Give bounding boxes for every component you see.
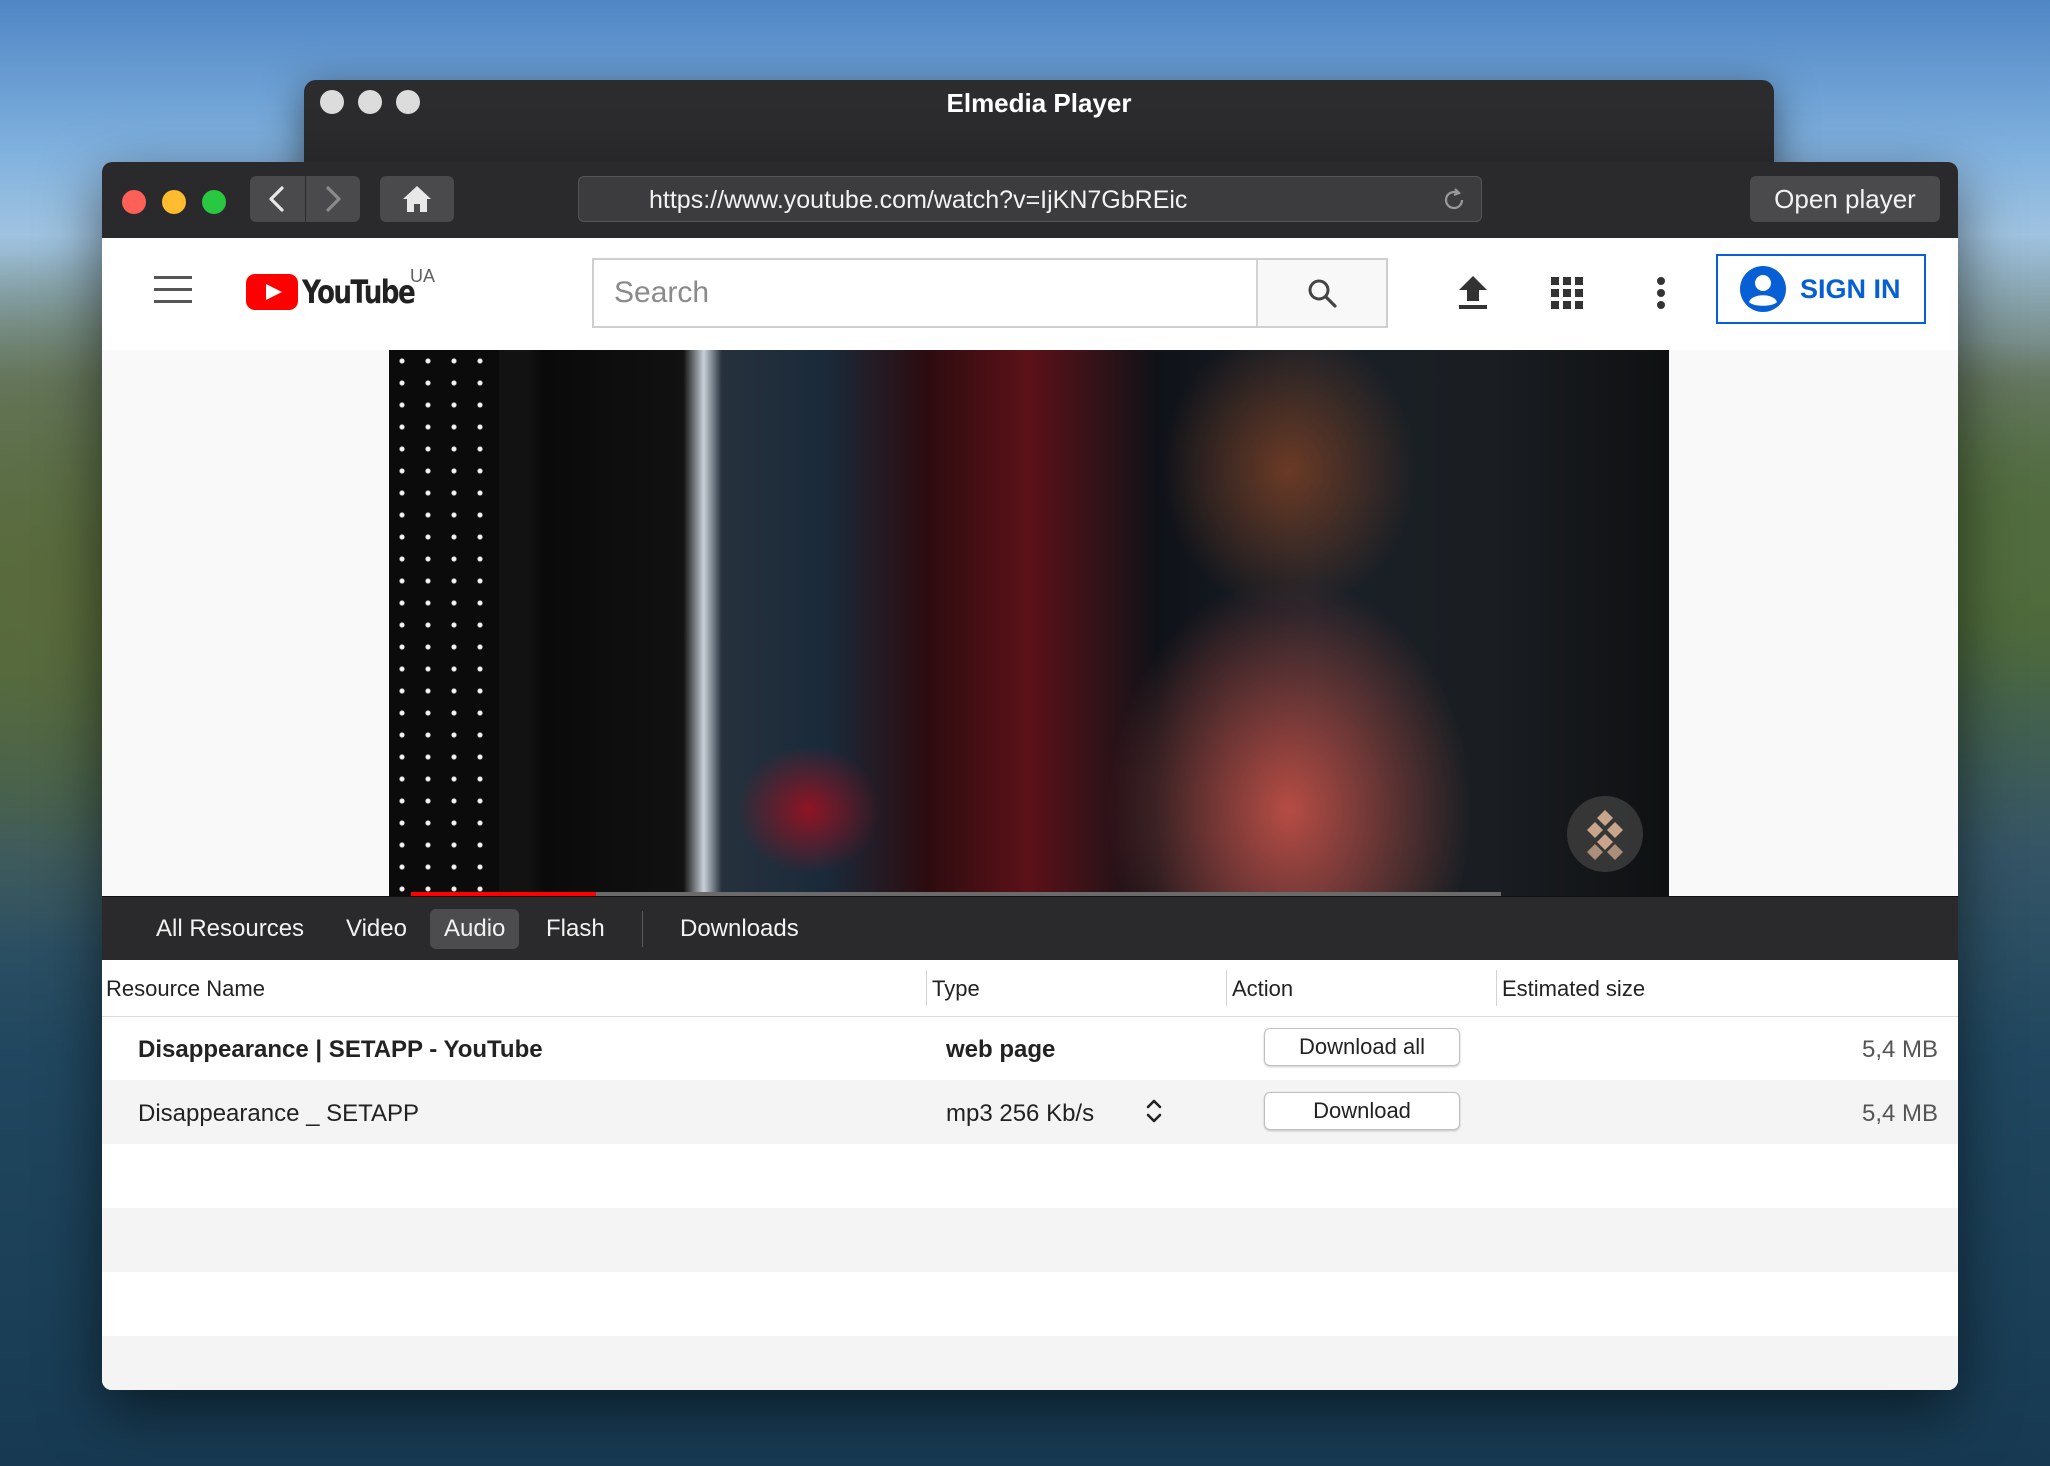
table-row[interactable]: Disappearance | SETAPP - YouTube web pag… — [102, 1016, 1958, 1080]
tab-audio[interactable]: Audio — [430, 909, 520, 949]
tab-divider — [642, 911, 643, 947]
close-icon[interactable] — [122, 190, 146, 214]
youtube-play-icon — [246, 274, 298, 310]
empty-row — [102, 1208, 1958, 1272]
tab-all-resources[interactable]: All Resources — [142, 909, 318, 949]
resource-name: Disappearance | SETAPP - YouTube — [138, 1036, 543, 1063]
reload-icon[interactable] — [1441, 187, 1467, 213]
chevron-left-icon — [269, 186, 284, 212]
resource-tabs: All Resources Video Audio Flash Download… — [102, 896, 1958, 962]
browser-window: https://www.youtube.com/watch?v=IjKN7GbR… — [102, 162, 1958, 1390]
empty-row — [102, 1144, 1958, 1208]
chevron-right-icon — [326, 186, 341, 212]
estimated-size: 5,4 MB — [1861, 1100, 1938, 1127]
window-controls — [122, 190, 226, 214]
empty-row — [102, 1336, 1958, 1390]
search-input[interactable] — [594, 260, 1256, 326]
table-header: Resource Name Type Action Estimated size — [102, 960, 1958, 1017]
tab-flash[interactable]: Flash — [532, 909, 619, 949]
zoom-icon[interactable] — [202, 190, 226, 214]
format-select[interactable]: mp3 256 Kb/s — [946, 1100, 1094, 1128]
upload-button[interactable] — [1450, 270, 1496, 316]
open-player-button[interactable]: Open player — [1750, 176, 1940, 222]
country-code: UA — [410, 266, 436, 286]
home-button[interactable] — [380, 176, 454, 222]
youtube-wordmark: YouTube — [302, 273, 416, 311]
address-bar[interactable]: https://www.youtube.com/watch?v=IjKN7GbR… — [578, 176, 1482, 222]
download-all-button[interactable]: Download all — [1264, 1028, 1460, 1066]
download-button[interactable]: Download — [1264, 1092, 1460, 1130]
search-button[interactable] — [1256, 260, 1386, 326]
column-divider — [1496, 970, 1497, 1006]
resource-type: web page — [946, 1036, 1056, 1063]
resource-name: Disappearance _ SETAPP — [138, 1100, 420, 1127]
window-title: Elmedia Player — [946, 88, 1132, 118]
tab-downloads[interactable]: Downloads — [666, 909, 813, 949]
diamond-pattern-icon — [1587, 810, 1623, 860]
column-divider — [926, 970, 927, 1006]
empty-row — [102, 1272, 1958, 1336]
setapp-watermark-icon[interactable] — [1567, 796, 1643, 872]
navigation-group — [250, 176, 360, 222]
forward-button[interactable] — [304, 176, 361, 222]
more-options-button[interactable] — [1638, 270, 1684, 316]
sequin-curtain — [389, 350, 499, 896]
chevron-up-down-icon[interactable] — [1144, 1096, 1164, 1126]
column-header-resource-name[interactable]: Resource Name — [106, 976, 265, 1002]
sign-in-label: SIGN IN — [1800, 273, 1901, 304]
column-header-estimated-size[interactable]: Estimated size — [1502, 976, 1645, 1002]
sign-in-button[interactable]: SIGN IN — [1716, 254, 1926, 324]
table-row[interactable]: Disappearance _ SETAPP mp3 256 Kb/s Down… — [102, 1080, 1958, 1144]
minimize-icon[interactable] — [162, 190, 186, 214]
search-icon — [1308, 279, 1337, 308]
apps-button[interactable] — [1544, 270, 1590, 316]
back-button[interactable] — [250, 176, 305, 222]
browser-toolbar: https://www.youtube.com/watch?v=IjKN7GbR… — [102, 162, 1958, 239]
column-divider — [1226, 970, 1227, 1006]
account-icon — [1740, 266, 1786, 312]
home-icon — [403, 186, 431, 212]
tab-video[interactable]: Video — [332, 909, 421, 949]
youtube-header: YouTube UA Search SIGN IN — [102, 238, 1958, 350]
url-text: https://www.youtube.com/watch?v=IjKN7GbR… — [649, 186, 1188, 214]
apps-grid-icon — [1551, 277, 1583, 309]
resources-table: Resource Name Type Action Estimated size… — [102, 960, 1958, 1390]
youtube-page: YouTube UA Search SIGN IN — [102, 238, 1958, 896]
video-player[interactable] — [389, 350, 1669, 896]
upload-icon — [1459, 276, 1487, 309]
more-vertical-icon — [1657, 277, 1665, 309]
column-header-action[interactable]: Action — [1232, 976, 1293, 1002]
menu-icon[interactable] — [154, 276, 192, 306]
estimated-size: 5,4 MB — [1861, 1036, 1938, 1063]
search-box — [592, 258, 1388, 328]
column-header-type[interactable]: Type — [932, 976, 980, 1002]
